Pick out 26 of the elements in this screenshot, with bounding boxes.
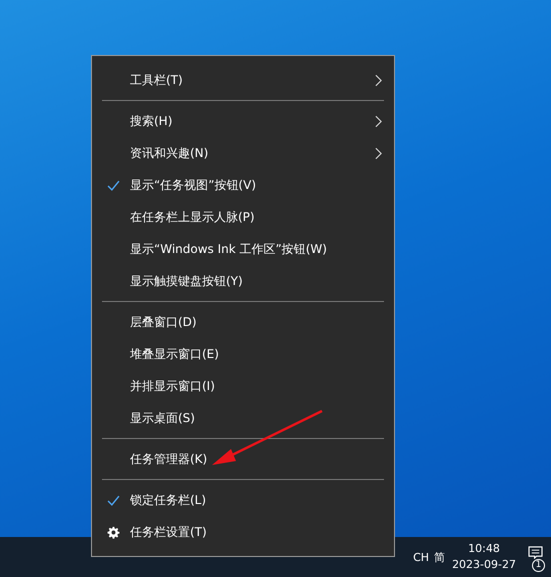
menu-item[interactable]: 搜索(H) (92, 105, 394, 137)
menu-item[interactable]: 资讯和兴趣(N) (92, 137, 394, 169)
chevron-right-icon (375, 74, 382, 86)
menu-item[interactable]: 层叠窗口(D) (92, 306, 394, 338)
menu-item[interactable]: 任务管理器(K) (92, 443, 394, 475)
notification-center-button[interactable]: 1 (523, 542, 547, 572)
menu-item[interactable]: 任务栏设置(T) (92, 516, 394, 548)
menu-item[interactable]: 在任务栏上显示人脉(P) (92, 201, 394, 233)
clock-time: 10:48 (468, 541, 500, 557)
menu-item[interactable]: 显示“任务视图”按钮(V) (92, 169, 394, 201)
clock-date: 2023-09-27 (452, 557, 516, 573)
menu-item[interactable]: 显示触摸键盘按钮(Y) (92, 265, 394, 297)
chevron-right-icon (375, 146, 382, 160)
menu-item[interactable]: 工具栏(T) (92, 64, 394, 96)
menu-item[interactable]: 并排显示窗口(I) (92, 370, 394, 402)
menu-item[interactable]: 显示桌面(S) (92, 402, 394, 434)
clock[interactable]: 10:48 2023-09-27 (450, 541, 518, 573)
notification-count: 1 (532, 559, 545, 572)
menu-item[interactable]: 堆叠显示窗口(E) (92, 338, 394, 370)
input-language-indicator[interactable]: CH (413, 550, 430, 564)
settings-icon (106, 526, 120, 538)
input-mode-indicator[interactable]: 简 (434, 550, 446, 564)
menu-item[interactable]: 锁定任务栏(L) (92, 484, 394, 516)
chevron-right-icon (375, 114, 382, 128)
menu-item[interactable]: 显示“Windows Ink 工作区”按钮(W) (92, 233, 394, 265)
message-icon (528, 546, 542, 559)
